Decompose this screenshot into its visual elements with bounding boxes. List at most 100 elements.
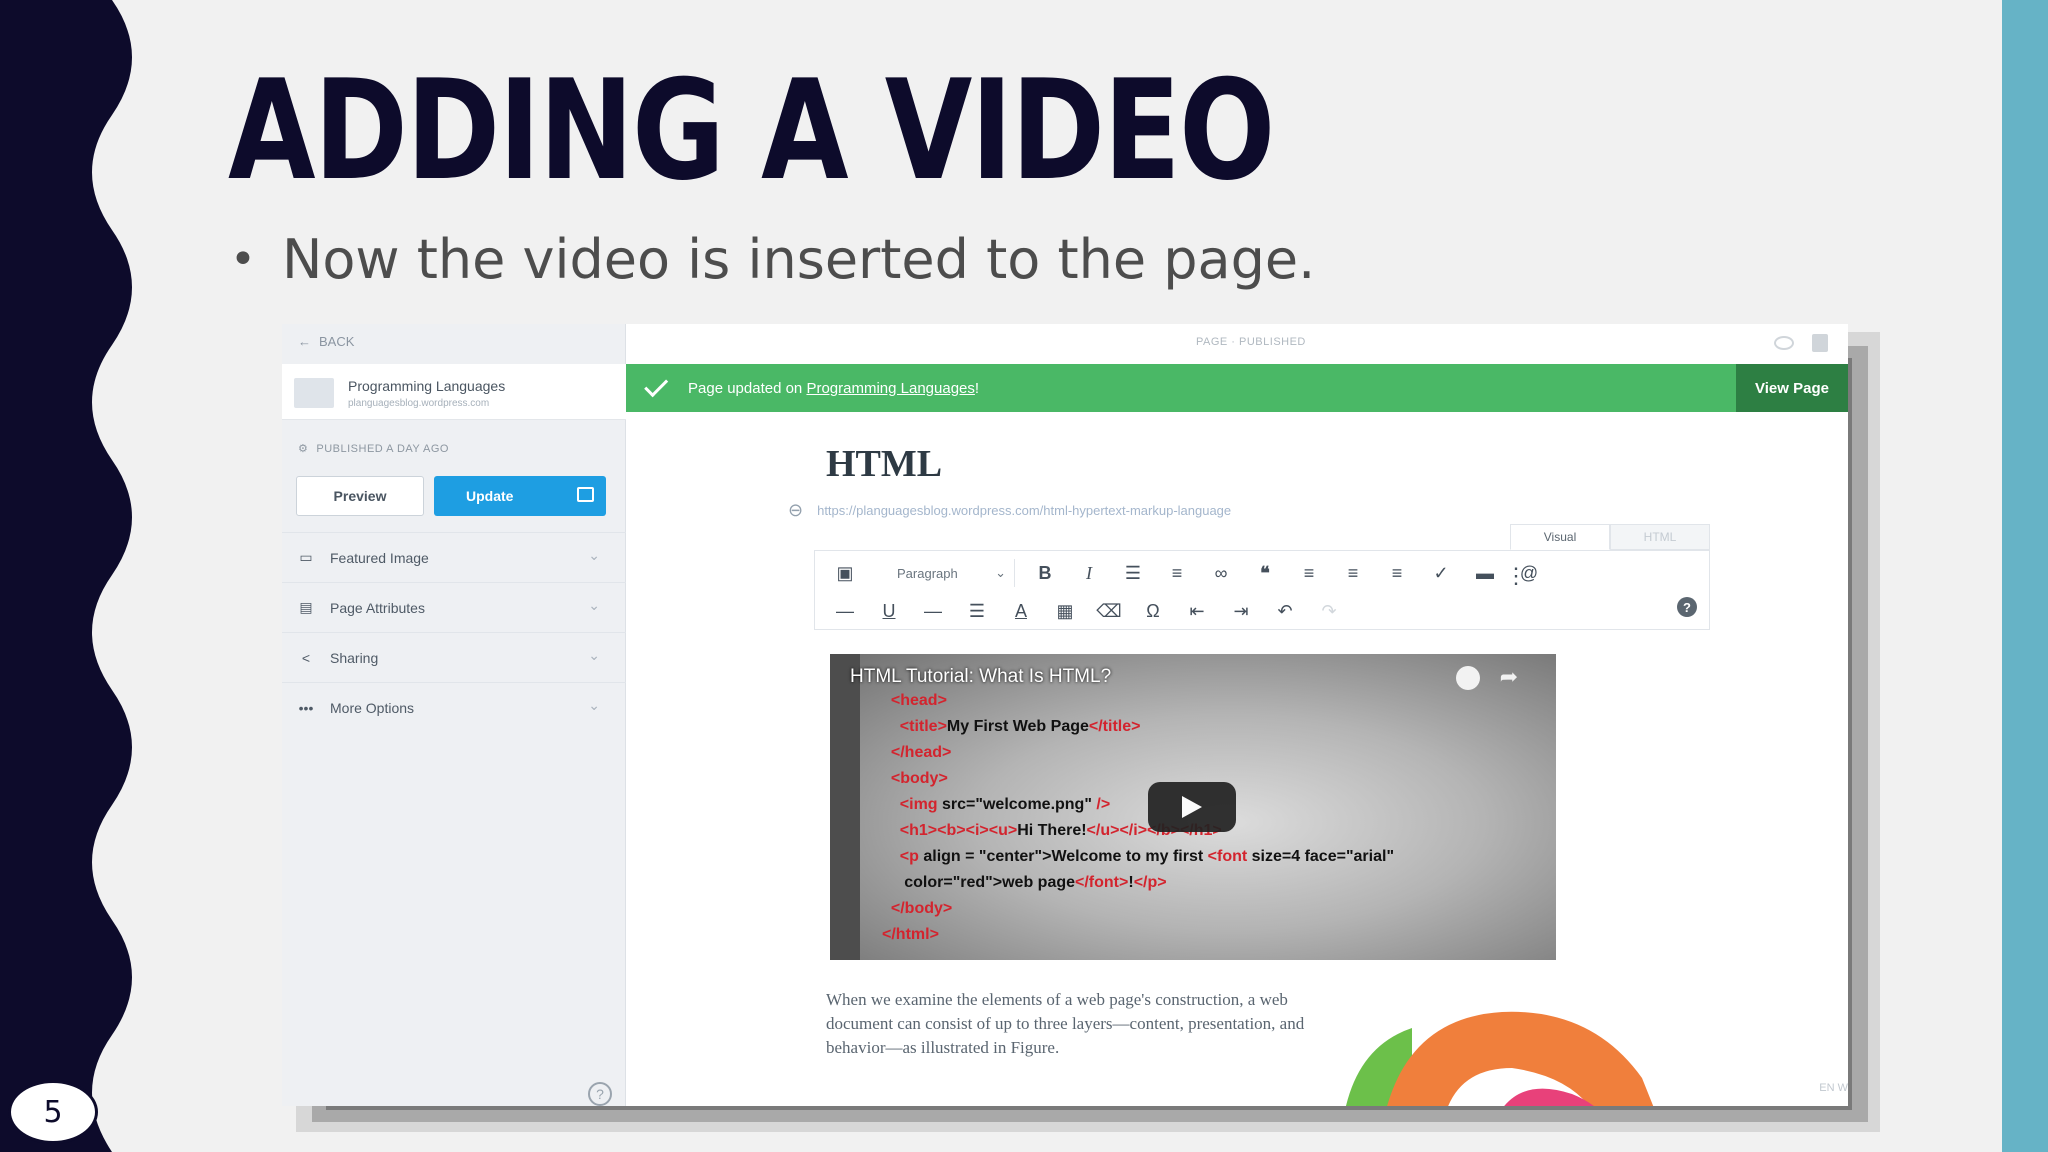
decorative-logo-image [1346, 1011, 1654, 1106]
tab-visual[interactable]: Visual [1510, 524, 1610, 550]
video-code-sample: <head> <title>My First Web Page</title> … [882, 688, 1394, 948]
eye-icon[interactable] [1774, 336, 1794, 350]
horizontal-line-icon[interactable]: ― [911, 595, 955, 627]
site-globe-icon [294, 378, 334, 408]
underline-icon[interactable]: U [867, 595, 911, 627]
sidebar-item-label: Page Attributes [330, 599, 425, 616]
italic-icon[interactable]: I [1067, 557, 1111, 589]
code-tag: <img [899, 796, 938, 813]
special-character-icon[interactable]: Ω [1131, 595, 1175, 627]
align-right-icon[interactable]: ≡ [1375, 557, 1419, 589]
bullet-list-icon[interactable]: ☰ [1111, 557, 1155, 589]
undo-icon[interactable]: ↶ [1263, 595, 1307, 627]
code-text: color="red">web page [904, 874, 1076, 891]
redo-icon[interactable]: ↷ [1307, 595, 1351, 627]
update-button[interactable]: Update [434, 476, 606, 516]
blockquote-icon[interactable]: ❝ [1243, 557, 1287, 589]
code-tag: </font> [1075, 874, 1129, 891]
paste-text-icon[interactable]: ▦ [1043, 595, 1087, 627]
format-select-value: Paragraph [897, 565, 958, 581]
clear-formatting-icon[interactable]: ⌫ [1087, 595, 1131, 627]
code-line: <body> [882, 766, 1394, 792]
page-icon: ▤ [299, 599, 313, 615]
publish-status-text: PUBLISHED A DAY AGO [316, 442, 449, 455]
update-label: Update [466, 488, 514, 504]
read-more-icon[interactable]: ▬ [1463, 557, 1507, 589]
outdent-icon[interactable]: ⇤ [1175, 595, 1219, 627]
code-line: </head> [882, 740, 1394, 766]
code-text: My First Web Page [946, 718, 1089, 735]
video-title[interactable]: HTML Tutorial: What Is HTML? [850, 666, 1111, 688]
permalink: ⊖ https://planguagesblog.wordpress.com/h… [788, 500, 1231, 521]
code-line: <title>My First Web Page</title> [882, 714, 1394, 740]
site-card[interactable]: Programming Languages planguagesblog.wor… [282, 364, 626, 420]
spellcheck-icon[interactable]: ✓ [1419, 557, 1463, 589]
editor-sidebar: ← BACK Programming Languages planguagesb… [282, 324, 626, 1106]
clock-icon[interactable] [1456, 666, 1480, 690]
notice-suffix: ! [974, 379, 980, 397]
video-stripe [830, 654, 860, 960]
more-vertical-icon[interactable]: ⋮ [1505, 563, 1527, 589]
chevron-down-icon: ⌄ [588, 647, 600, 663]
image-icon: ▭ [299, 549, 313, 565]
text-color-icon[interactable]: A [999, 595, 1043, 627]
chevron-down-icon: ⌄ [588, 547, 600, 563]
video-embed[interactable]: <head> <title>My First Web Page</title> … [830, 654, 1556, 960]
calendar-icon[interactable] [577, 487, 594, 502]
code-text: align = "center">Welcome to my first [918, 848, 1208, 865]
code-tag: </p> [1133, 874, 1167, 891]
numbered-list-icon[interactable]: ≡ [1155, 557, 1199, 589]
code-line: <h1><b><i><u>Hi There!</u></i></b></h1> [882, 818, 1394, 844]
indent-icon[interactable]: ⇥ [1219, 595, 1263, 627]
help-icon[interactable]: ? [588, 1082, 612, 1106]
code-tag: </head> [890, 744, 952, 761]
add-media-icon[interactable]: ▣ [823, 557, 867, 589]
code-tag: <h1><b><i><u> [899, 822, 1018, 839]
bold-icon[interactable]: B [1023, 557, 1067, 589]
right-accent-band [2002, 0, 2048, 1152]
code-text: size=4 face="arial" [1247, 848, 1395, 865]
document-title[interactable]: HTML [826, 442, 942, 486]
strikethrough-icon[interactable]: — [823, 595, 867, 627]
trash-icon[interactable] [1812, 334, 1828, 352]
code-tag: </title> [1088, 718, 1141, 735]
play-button[interactable] [1148, 782, 1236, 832]
success-notice: Page updated on Programming Languages! V… [626, 364, 1848, 412]
site-url: planguagesblog.wordpress.com [348, 398, 490, 409]
editor-toolbar: ▣ Paragraph ⌄ B I ☰ ≡ ∞ ❝ ≡ ≡ ≡ ✓ ▬ @ ⋮ … [814, 550, 1710, 630]
publish-status: ⚙ PUBLISHED A DAY AGO [298, 442, 449, 456]
align-center-icon[interactable]: ≡ [1331, 557, 1375, 589]
permalink-url[interactable]: https://planguagesblog.wordpress.com/htm… [817, 503, 1231, 518]
view-page-button[interactable]: View Page [1736, 364, 1848, 412]
editor-screenshot: ← BACK Programming Languages planguagesb… [282, 324, 1848, 1106]
back-link[interactable]: ← BACK [298, 334, 354, 349]
bullet-dot-icon: • [230, 234, 256, 285]
notice-link[interactable]: Programming Languages [806, 380, 974, 397]
sidebar-item-page-attributes[interactable]: ▤ Page Attributes ⌄ [282, 582, 626, 632]
code-tag: /> [1091, 796, 1111, 813]
body-paragraph[interactable]: When we examine the elements of a web pa… [826, 988, 1306, 1060]
slide-title: ADDING A VIDEO [228, 50, 1275, 211]
toolbar-row: — U ― ☰ A ▦ ⌫ Ω ⇤ ⇥ ↶ ↷ [823, 593, 1351, 629]
back-label: BACK [319, 334, 355, 349]
tab-html[interactable]: HTML [1610, 524, 1710, 550]
sidebar-menu: ▭ Featured Image ⌄ ▤ Page Attributes ⌄ <… [282, 532, 626, 732]
toolbar-row: ▣ Paragraph ⌄ B I ☰ ≡ ∞ ❝ ≡ ≡ ≡ ✓ ▬ @ ⋮ [823, 555, 1551, 591]
format-select[interactable]: Paragraph ⌄ [875, 559, 1015, 587]
align-left-icon[interactable]: ≡ [1287, 557, 1331, 589]
code-line: </body> [882, 896, 1394, 922]
justify-icon[interactable]: ☰ [955, 595, 999, 627]
sidebar-item-sharing[interactable]: < Sharing ⌄ [282, 632, 626, 682]
link-icon: ⊖ [788, 500, 804, 520]
bullet-item: • Now the video is inserted to the page. [230, 228, 1315, 291]
link-icon[interactable]: ∞ [1199, 557, 1243, 589]
code-line: <img src="welcome.png" /> [882, 792, 1394, 818]
notice-prefix: Page updated on [688, 379, 807, 397]
share-arrow-icon[interactable]: ➦ [1500, 664, 1518, 690]
toolbar-help-icon[interactable]: ? [1677, 597, 1697, 617]
sidebar-item-featured-image[interactable]: ▭ Featured Image ⌄ [282, 532, 626, 582]
code-line: color="red">web page</font>!</p> [882, 870, 1394, 896]
preview-button[interactable]: Preview [296, 476, 424, 516]
sidebar-item-more-options[interactable]: ••• More Options ⌄ [282, 682, 626, 732]
code-tag: <font [1207, 848, 1248, 865]
